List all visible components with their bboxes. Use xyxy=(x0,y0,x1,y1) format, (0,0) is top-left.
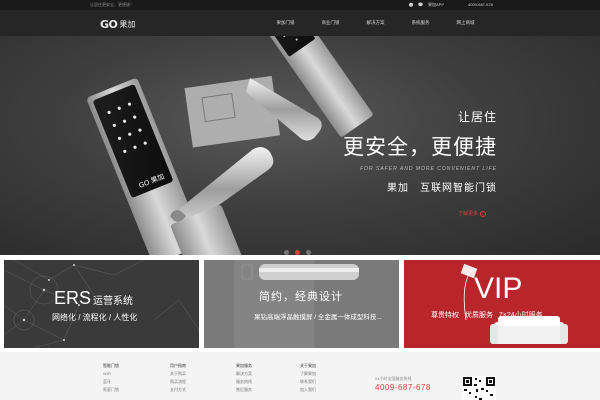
footer-col-user-guide: 用户指南 关于购买 购买流程 支付方式 xyxy=(170,362,186,394)
hero-subtitle-en: FOR SAFER AND MORE CONVENIENT LIFE xyxy=(360,166,497,172)
footer-col-head: 果加服务 xyxy=(236,363,252,368)
ers-title-en: ERS xyxy=(54,288,92,308)
nav-item-commercial-locks[interactable]: 商业门锁 xyxy=(308,10,353,36)
ers-title-cn: 运营系统 xyxy=(93,296,134,307)
wechat-icon[interactable] xyxy=(418,2,424,7)
weibo-icon[interactable] xyxy=(408,2,414,7)
footer-link[interactable]: 购买流程 xyxy=(170,378,186,386)
site-footer: 智能门锁 WiFi 蓝牙 家庭门锁 用户指南 关于购买 购买流程 支付方式 果加… xyxy=(0,352,600,400)
logo[interactable]: GO 果加 xyxy=(100,17,136,31)
promo-classic-subtitle: 果钻高端浮晶触摸屏 / 全金属一体成型科技... xyxy=(254,314,382,321)
footer-link[interactable]: WiFi xyxy=(103,370,119,378)
nav-item-guojia-locks[interactable]: 果加门锁 xyxy=(263,10,308,36)
nav-links: 果加门锁 商业门锁 解决方案 系统服务 网上商城 xyxy=(263,10,488,36)
footer-col-head: 智能门锁 xyxy=(103,363,119,368)
slider-dot-3[interactable] xyxy=(306,250,311,255)
slider-dots xyxy=(284,250,311,255)
promo-classic-title: 简约，经典设计 xyxy=(259,291,343,303)
nav-item-solutions[interactable]: 解决方案 xyxy=(353,10,398,36)
promo-ers-system[interactable]: ERS 运营系统 网络化 / 流程化 / 人性化 xyxy=(4,260,199,348)
footer-link[interactable]: 支付方式 xyxy=(170,386,186,394)
nav-item-system-service[interactable]: 系统服务 xyxy=(398,10,443,36)
footer-link[interactable]: 了解果加 xyxy=(300,370,316,378)
qr-code-icon xyxy=(462,376,496,400)
topbar-phone: 4009-687-678 xyxy=(468,2,493,7)
promo-vip-title: VIP xyxy=(474,272,523,305)
slider-dot-1[interactable] xyxy=(284,250,289,255)
footer-link[interactable]: 关于购买 xyxy=(170,370,186,378)
hero-copy: 让居住 更安全，更便捷 FOR SAFER AND MORE CONVENIEN… xyxy=(343,108,497,194)
promo-classic-design[interactable]: 简约，经典设计 果钻高端浮晶触摸屏 / 全金属一体成型科技... xyxy=(204,260,399,348)
logo-brand: 果加 xyxy=(119,19,136,29)
hero-banner[interactable]: GO 果加 让居住 更安全，更便捷 FOR SAFER AND MORE CON… xyxy=(0,10,600,255)
footer-link[interactable]: 蓝牙 xyxy=(103,378,119,386)
app-download-link[interactable]: 果加APP xyxy=(428,2,444,8)
hero-kicker: 让居住 xyxy=(457,110,497,124)
promo-ers-title: ERS 运营系统 xyxy=(54,288,133,309)
footer-link[interactable]: 联系我们 xyxy=(300,378,316,386)
promo-vip-service[interactable]: VIP 尊贵特权 优质服务 7×24小时服务 xyxy=(404,260,600,348)
hero-title: 更安全，更便捷 xyxy=(343,136,497,159)
welcome-text: 让居住更安全，更便捷！ xyxy=(90,2,134,7)
footer-col-services: 果加服务 解决方案 服务热线 售后服务 xyxy=(236,362,252,394)
footer-col-about: 关于果加 了解果加 联系我们 加入我们 xyxy=(300,362,316,394)
main-nav: GO 果加 果加门锁 商业门锁 解决方案 系统服务 网上商城 xyxy=(0,10,600,36)
hotline-number: 4009-687-678 xyxy=(375,383,431,392)
smart-lock-illustration: GO 果加 xyxy=(87,10,373,255)
promo-ers-subtitle: 网络化 / 流程化 / 人性化 xyxy=(52,313,138,322)
footer-link[interactable]: 售后服务 xyxy=(236,386,252,394)
hotline-label: 24小时全国服务热线 xyxy=(375,376,412,381)
door-handle-graphic xyxy=(204,260,399,348)
learn-more-label: 了解更多 xyxy=(458,211,479,217)
footer-link[interactable]: 服务热线 xyxy=(236,378,252,386)
nav-item-online-store[interactable]: 网上商城 xyxy=(443,10,488,36)
logo-mark: GO xyxy=(100,17,118,31)
footer-link[interactable]: 家庭门锁 xyxy=(103,386,119,394)
learn-more-link[interactable]: 了解更多 › xyxy=(458,210,487,217)
footer-link[interactable]: 解决方案 xyxy=(236,370,252,378)
hero-subtitle: 果加 互联网智能门锁 xyxy=(387,183,497,194)
footer-col-head: 用户指南 xyxy=(170,363,186,368)
arrow-right-icon: › xyxy=(480,210,487,217)
top-bar: 让居住更安全，更便捷！ 果加APP 4009-687-678 xyxy=(0,0,600,10)
promo-vip-subtitle: 尊贵特权 优质服务 7×24小时服务 xyxy=(431,312,543,319)
slider-dot-2[interactable] xyxy=(295,250,300,255)
footer-col-head: 关于果加 xyxy=(300,363,316,368)
footer-col-smart-locks: 智能门锁 WiFi 蓝牙 家庭门锁 xyxy=(103,362,119,394)
footer-link[interactable]: 加入我们 xyxy=(300,386,316,394)
